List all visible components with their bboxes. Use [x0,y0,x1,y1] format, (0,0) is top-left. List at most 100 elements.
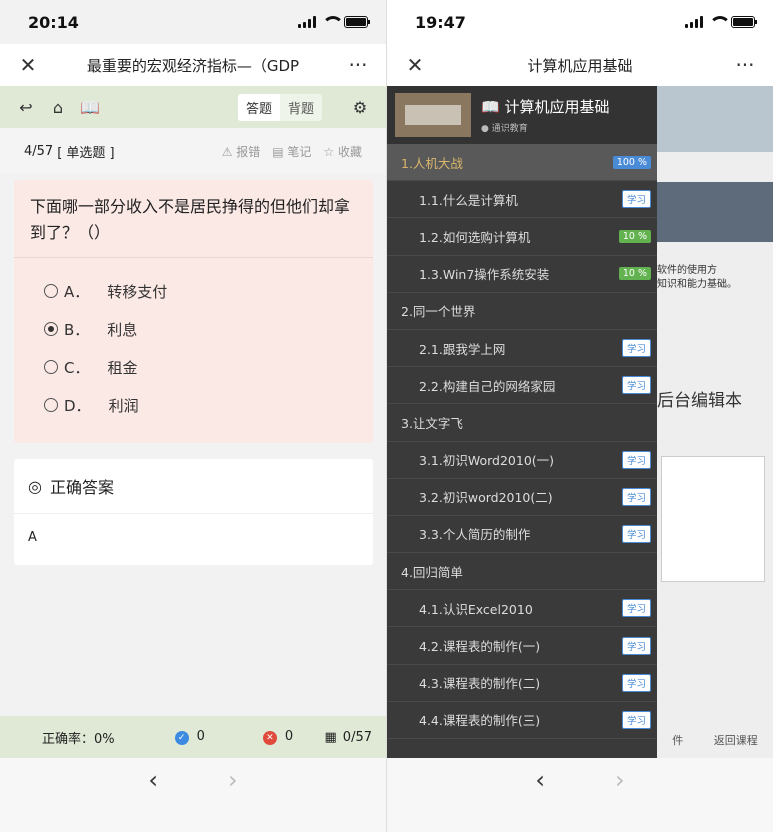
accuracy-text: 正确率：0% [42,731,115,747]
stats-bar: 正确率：0% ✓ 0 ✕ 0 ▦ 0/57 [0,716,386,758]
status-badge: 100 % [612,155,651,169]
bg-footer-1[interactable]: 件 [672,732,683,748]
wifi-icon [322,16,344,28]
book-icon[interactable]: 📖 [74,98,106,117]
item-label: 4.2.课程表的制作(一) [419,639,541,655]
nav-bar: ✕ 最重要的宏观经济指标—（GDP ··· [0,44,386,86]
status-badge: 学习 [621,710,651,729]
more-icon[interactable]: ··· [733,53,757,77]
status-badge: 学习 [621,450,651,469]
answer-sheet-button[interactable]: ▦ 0/57 [325,730,373,745]
status-badge: 学习 [621,673,651,692]
bg-desc: 软件的使用方知识和能力基础。 [657,264,737,292]
answer-card: ◎ 正确答案 A [14,459,373,565]
option-b[interactable]: B． 利息 [14,310,373,348]
lesson-item[interactable]: 4.2.课程表的制作(一) 学习 [387,627,657,665]
chapter-item[interactable]: 3.让文字飞 [387,404,657,442]
option-text: 利润 [108,396,139,415]
status-badge: 学习 [621,487,651,506]
signal-icon [685,16,703,28]
lesson-item[interactable]: 4.1.认识Excel2010 学习 [387,590,657,628]
status-bar: 20:14 [0,0,386,44]
note-button[interactable]: ▤ 笔记 [272,143,311,160]
lesson-item[interactable]: 1.1.什么是计算机 学习 [387,181,657,219]
radio-icon [44,360,58,374]
lesson-item[interactable]: 3.2.初识word2010(二) 学习 [387,479,657,516]
option-d[interactable]: D． 利润 [14,386,373,424]
close-icon[interactable]: ✕ [16,53,40,77]
option-c[interactable]: C． 租金 [14,348,373,386]
lesson-item[interactable]: 4.3.课程表的制作(二) 学习 [387,665,657,702]
mode-switch: 答题 背题 [237,93,322,121]
tab-answer[interactable]: 答题 [237,93,280,121]
status-badge: 学习 [621,524,651,543]
chapter-item[interactable]: 2.同一个世界 [387,293,657,330]
lesson-item[interactable]: 1.3.Win7操作系统安装 10 % [387,256,657,293]
lesson-item[interactable]: 1.2.如何选购计算机 10 % [387,218,657,256]
question-card: 下面哪一部分收入不是居民挣得的但他们却拿到了？（） A． 转移支付 B． 利息 C．… [14,180,373,443]
back-icon[interactable]: ↩ [10,98,42,117]
correct-value: 0 [196,729,205,744]
sheet-count: 0/57 [342,729,372,745]
browser-forward-icon[interactable]: › [615,766,625,794]
bg-text-1: 软件的使用方 [657,265,717,276]
wrong-count: ✕ 0 [262,729,293,745]
chapter-drawer: 📖 计算机应用基础 ● 通识教育 1.人机大战 100 % 1.1.什么是计算机 学习… [387,86,657,758]
item-label: 1.3.Win7操作系统安装 [419,267,550,283]
item-label: 4.4.课程表的制作(三) [419,713,541,729]
chapter-item[interactable]: 1.人机大战 100 % [387,144,657,182]
browser-forward-icon[interactable]: › [228,766,238,794]
banner-image [657,86,773,152]
status-icons [298,16,370,28]
radio-checked-icon [44,322,58,336]
course-page-background: 软件的使用方知识和能力基础。 后台编辑本 件 返回课程 [657,86,773,758]
close-icon[interactable]: ✕ [403,53,427,77]
lesson-item[interactable]: 2.2.构建自己的网络家园 学习 [387,367,657,405]
course-info: 📖 计算机应用基础 ● 通识教育 [481,96,609,134]
check-icon: ✓ [174,731,189,745]
page-title: 计算机应用基础 [527,56,633,75]
browser-back-icon[interactable]: ‹ [148,766,158,794]
return-course-button[interactable]: 返回课程 [714,732,758,748]
status-badge: 学习 [621,190,651,209]
tag-icon: ● [481,124,492,134]
lesson-item[interactable]: 3.3.个人简历的制作 学习 [387,516,657,554]
lesson-item[interactable]: 2.1.跟我学上网 学习 [387,330,657,368]
answer-title: 正确答案 [49,478,114,497]
option-key: A． [64,282,90,301]
option-text: 租金 [107,358,138,377]
correct-count: ✓ 0 [174,729,205,745]
answer-header: ◎ 正确答案 [14,459,373,514]
lesson-item[interactable]: 4.4.课程表的制作(三) 学习 [387,702,657,739]
bg-footer: 件 返回课程 [657,732,773,748]
target-icon: ◎ [28,476,42,496]
item-label: 2.1.跟我学上网 [419,341,506,357]
signal-icon [298,16,316,28]
report-button[interactable]: ⚠ 报错 [222,143,261,160]
item-label: 2.2.构建自己的网络家园 [419,378,556,394]
browser-nav: ‹ › [387,758,773,832]
tab-recite[interactable]: 背题 [280,94,322,121]
question-info-bar: 4/57 [ 单选题 ] ⚠ 报错 ▤ 笔记 ☆ 收藏 [0,128,386,174]
bg-text-2: 知识和能力基础。 [657,279,737,290]
radio-icon [44,398,58,412]
nav-bar: ✕ 计算机应用基础 ··· [387,44,773,86]
browser-nav: ‹ › [0,758,386,832]
chapter-item[interactable]: 4.回归简单 [387,553,657,591]
more-icon[interactable]: ··· [346,53,370,77]
item-label: 4.3.课程表的制作(二) [419,676,541,692]
bg-heading: 后台编辑本 [657,391,742,411]
radio-icon [44,284,58,298]
course-title: 📖 计算机应用基础 [481,96,609,117]
browser-back-icon[interactable]: ‹ [535,766,545,794]
answer-value: A [28,530,37,545]
settings-icon[interactable]: ⚙ [344,98,376,117]
favorite-button[interactable]: ☆ 收藏 [323,143,362,160]
option-a[interactable]: A． 转移支付 [14,272,373,310]
home-icon[interactable]: ⌂ [42,98,74,117]
status-badge: 学习 [621,376,651,395]
lesson-item[interactable]: 3.1.初识Word2010(一) 学习 [387,442,657,479]
clock: 20:14 [28,12,79,32]
option-text: 转移支付 [107,282,168,301]
question-actions: ⚠ 报错 ▤ 笔记 ☆ 收藏 [222,143,362,160]
